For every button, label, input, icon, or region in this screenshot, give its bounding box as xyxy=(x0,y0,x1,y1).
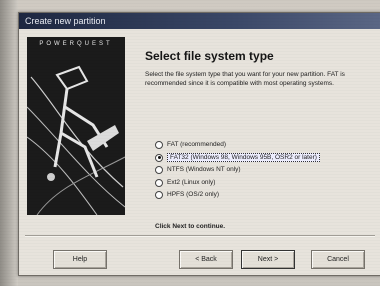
title-bar[interactable]: Create new partition xyxy=(19,13,380,29)
screen-bezel xyxy=(0,0,18,286)
radio-button[interactable] xyxy=(155,141,163,149)
option-fat[interactable]: FAT (recommended) xyxy=(155,139,375,150)
radio-button[interactable] xyxy=(155,178,163,187)
radio-button-selected[interactable] xyxy=(155,153,163,162)
page-description: Select the file system type that you wan… xyxy=(145,71,345,87)
button-separator xyxy=(25,235,375,237)
file-system-options: FAT (recommended) FAT32 (Windows 98, Win… xyxy=(155,139,375,202)
partition-wizard-illustration xyxy=(27,65,125,215)
option-label: Ext2 (Linux only) xyxy=(167,178,216,186)
option-fat32[interactable]: FAT32 (Windows 98, Windows 95B, OSR2 or … xyxy=(155,152,375,163)
wizard-sidebar-graphic: POWERQUEST xyxy=(27,37,125,215)
page-heading: Select file system type xyxy=(145,49,274,63)
option-label: FAT32 (Windows 98, Windows 95B, OSR2 or … xyxy=(167,152,320,162)
wizard-window: Create new partition POWERQUEST Select f… xyxy=(18,12,380,276)
option-ntfs[interactable]: NTFS (Windows NT only) xyxy=(155,164,375,175)
option-label: HPFS (OS/2 only) xyxy=(167,191,220,198)
option-hpfs[interactable]: HPFS (OS/2 only) xyxy=(155,189,375,200)
help-button[interactable]: Help xyxy=(53,250,107,269)
option-label: NTFS (Windows NT only) xyxy=(167,166,241,173)
back-button[interactable]: < Back xyxy=(179,250,233,269)
sidebar-brand: POWERQUEST xyxy=(39,41,113,47)
radio-button[interactable] xyxy=(155,166,163,174)
continue-hint: Click Next to continue. xyxy=(155,223,226,230)
next-button[interactable]: Next > xyxy=(241,250,295,269)
radio-button[interactable] xyxy=(155,191,163,199)
window-title: Create new partition xyxy=(25,16,106,26)
option-label: FAT (recommended) xyxy=(167,141,227,148)
option-ext2[interactable]: Ext2 (Linux only) xyxy=(155,177,375,188)
cancel-button[interactable]: Cancel xyxy=(311,250,365,269)
